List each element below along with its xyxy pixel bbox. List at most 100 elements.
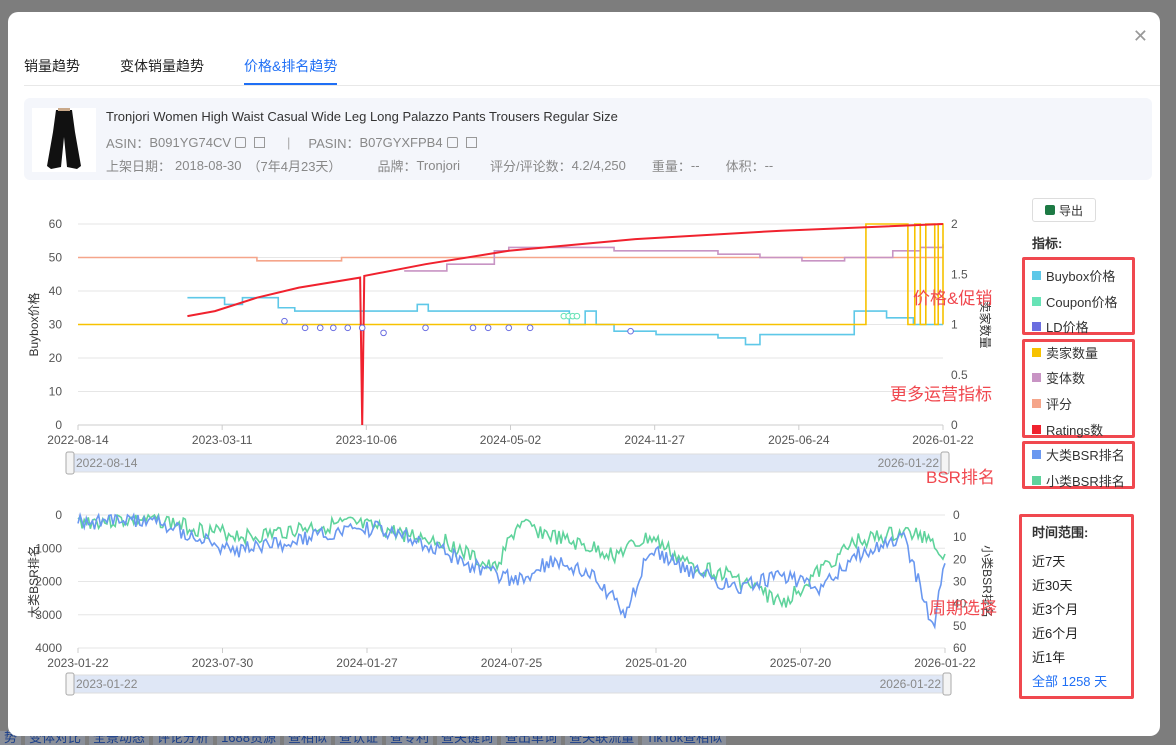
series-line-2 [187,296,943,346]
legend-label: 卖家数量 [1046,346,1099,361]
legend-item[interactable]: 小类BSR排名 [1032,471,1125,490]
x-tick-label: 2024-11-27 [624,433,685,447]
legend-swatch-icon [1032,476,1041,485]
y-tick-label: 4000 [35,641,62,655]
x-tick-label: 2025-01-20 [625,656,687,670]
y2-tick-label: 1.5 [951,267,968,281]
data-point [344,324,352,332]
x-tick-label: 2026-01-22 [912,433,974,447]
time-range-option[interactable]: 近6个月 [1032,623,1078,642]
data-point [484,324,492,332]
x-tick-label: 2023-10-06 [336,433,398,447]
slider-end-label: 2026-01-22 [880,677,942,691]
time-range-title: 时间范围: [1032,525,1089,540]
y2-tick-label: 2 [951,217,958,231]
y-tick-label: 40 [49,284,63,298]
price-rank-modal: ✕ 销量趋势 变体销量趋势 价格&排名趋势 Tronjori Women Hig… [8,12,1160,736]
legend-label: 小类BSR排名 [1046,474,1125,489]
legend-item[interactable]: 大类BSR排名 [1032,445,1125,464]
data-point [380,329,387,337]
x-tick-label: 2024-05-02 [480,433,542,447]
y2-tick-label: 50 [953,619,967,633]
x-tick-label: 2025-07-20 [770,656,832,670]
time-range-option[interactable]: 近30天 [1032,575,1072,594]
y2-tick-label: 10 [953,530,967,544]
export-button[interactable]: 导出 [1032,198,1096,222]
series-line-0 [77,512,946,609]
annotation-price-promo: 价格&促销 [913,289,993,308]
legend-label: 变体数 [1046,371,1086,386]
data-point [281,317,288,325]
x-tick-label: 2024-01-27 [336,656,398,670]
legend-swatch-icon [1032,450,1041,459]
series-line-3 [78,223,944,326]
y-axis-label: Buybox价格 [26,292,41,356]
x-tick-label: 2025-06-24 [768,433,830,447]
x-tick-label: 2023-01-22 [47,656,109,670]
data-point [627,327,634,335]
legend-swatch-icon [1032,373,1041,382]
legend-swatch-icon [1032,399,1041,408]
x-tick-label: 2022-08-14 [47,433,109,447]
range-slider-track[interactable] [69,453,944,473]
y-tick-label: 20 [49,351,63,365]
y-tick-label: 60 [49,217,63,231]
x-tick-label: 2024-07-25 [481,656,543,670]
slider-start-label: 2023-01-22 [76,677,138,691]
slider-handle-left[interactable] [65,672,75,696]
legend-label: Ratings数 [1046,423,1104,438]
slider-start-label: 2022-08-14 [76,456,138,470]
legend-label: 评分 [1046,397,1073,412]
legend-swatch-icon [1032,297,1041,306]
y-tick-label: 10 [49,385,63,399]
legend-item[interactable]: 评分 [1032,394,1072,413]
legend-label: Coupon价格 [1046,295,1118,310]
export-label: 导出 [1058,203,1083,218]
legend-swatch-icon [1032,322,1041,331]
y2-tick-label: 0 [953,508,960,522]
legend-item[interactable]: 变体数 [1032,368,1085,387]
excel-icon [1044,205,1055,215]
legend-label: 大类BSR排名 [1046,448,1125,463]
data-point [316,324,324,332]
time-range-option[interactable]: 近1年 [1032,647,1065,666]
y-tick-label: 0 [55,418,62,432]
y-tick-label: 30 [49,318,63,332]
charts-canvas: 010203040506000.511.522022-08-14 2023-03-… [26,217,995,696]
legend-label: LD价格 [1046,320,1089,335]
y-axis-label: 大类BSR排名 [26,545,41,618]
data-point [301,324,309,332]
legend-item[interactable]: Coupon价格 [1032,292,1118,311]
y2-tick-label: 1 [951,318,958,332]
data-point [573,312,581,320]
legend-swatch-icon [1032,348,1041,357]
data-point [526,324,534,332]
annotation-bsr: BSR排名 [926,468,995,487]
legend-label: Buybox价格 [1046,269,1116,284]
legend-item[interactable]: LD价格 [1032,317,1089,336]
indicators-title: 指标: [1032,236,1063,251]
slider-handle-right[interactable] [942,672,952,696]
data-point [505,324,513,332]
x-tick-label: 2023-07-30 [192,656,254,670]
annotation-period: 周期选择 [929,599,997,618]
legend-swatch-icon [1032,271,1041,280]
annotation-more-ops: 更多运营指标 [890,385,992,404]
y-tick-label: 0 [55,508,62,522]
x-tick-label: 2023-03-11 [192,433,253,447]
legend-item[interactable]: 卖家数量 [1032,343,1098,362]
y2-tick-label: 0 [951,418,958,432]
data-point [469,324,477,332]
range-slider-track[interactable] [69,674,946,694]
legend-item[interactable]: Ratings数 [1032,420,1103,439]
x-tick-label: 2026-01-22 [914,656,976,670]
data-point [330,324,337,332]
legend-item[interactable]: Buybox价格 [1032,266,1115,285]
legend-swatch-icon [1032,425,1041,434]
time-range-option[interactable]: 近7天 [1032,551,1065,570]
y2-tick-label: 20 [953,552,967,566]
slider-handle-left[interactable] [65,451,75,475]
time-range-option[interactable]: 近3个月 [1032,599,1078,618]
y2-tick-label: 30 [953,575,967,589]
time-range-option[interactable]: 全部 1258 天 [1032,671,1107,690]
